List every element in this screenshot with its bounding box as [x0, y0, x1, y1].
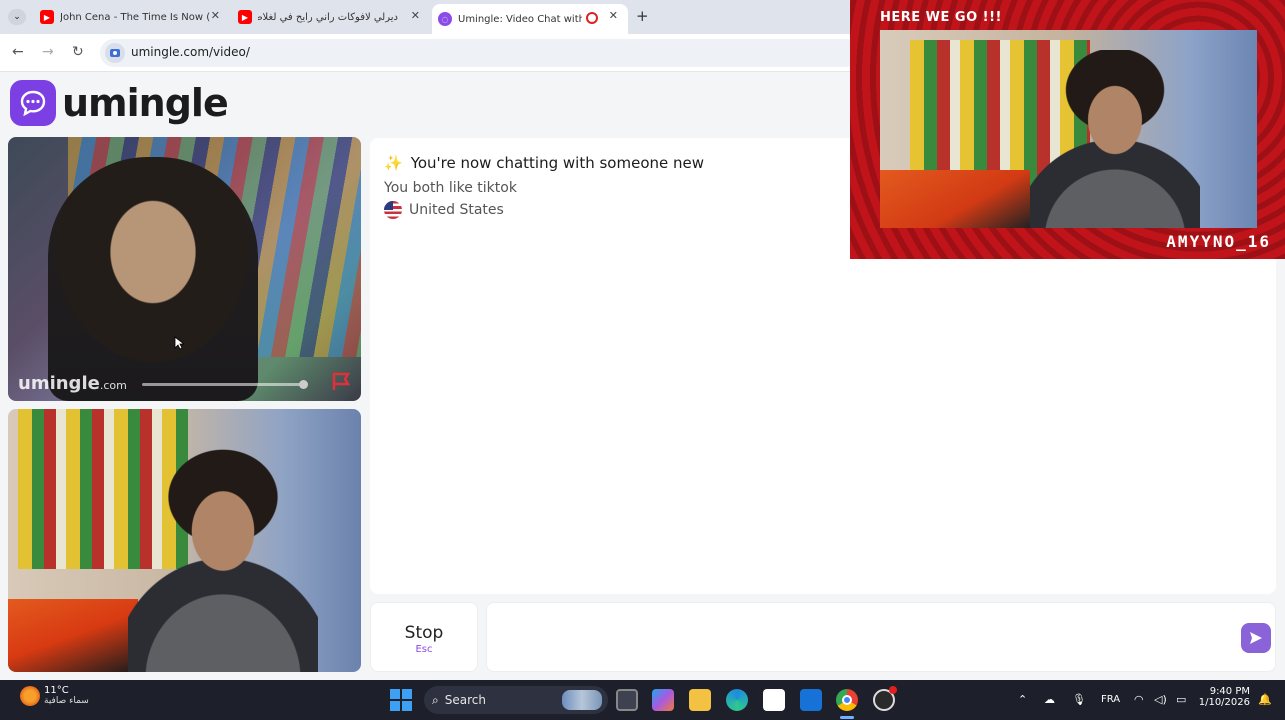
battery-icon[interactable]: ▭	[1176, 693, 1186, 706]
outlook-icon[interactable]	[800, 689, 822, 711]
windows-start-icon[interactable]	[390, 689, 412, 711]
overlay-webcam	[880, 30, 1257, 228]
weather-icon	[20, 685, 40, 706]
send-button[interactable]	[1241, 623, 1271, 653]
chat-bubble-logo-icon	[10, 80, 56, 126]
show-hidden-icons[interactable]: ⌃	[1018, 693, 1027, 706]
file-explorer-icon[interactable]	[689, 689, 711, 711]
weather-temp: 11°C	[44, 685, 69, 696]
close-tab-icon[interactable]: ✕	[211, 9, 220, 22]
umingle-icon: ◌	[438, 12, 452, 26]
forward-icon[interactable]: →	[42, 44, 54, 60]
reload-icon[interactable]: ↻	[72, 44, 84, 60]
search-label: Search	[444, 693, 486, 707]
weather-desc: سماء صافية	[44, 696, 89, 706]
tab-list-dropdown-icon[interactable]: ⌄	[8, 9, 26, 25]
copilot-icon[interactable]	[652, 689, 674, 711]
self-person	[128, 449, 318, 672]
stop-button[interactable]: Stop Esc	[370, 602, 478, 672]
send-icon	[1250, 632, 1262, 644]
overlay-blanket	[880, 170, 1030, 228]
volume-slider[interactable]	[142, 380, 308, 389]
self-blanket	[8, 599, 138, 672]
stream-overlay: HERE WE GO !!! AMYYNO_16	[850, 0, 1285, 259]
tab-youtube-arabic[interactable]: ▶ ديرلي لافوكات راني رايح في لغلاط ✕	[234, 4, 426, 30]
notification-icon[interactable]: 🔔	[1258, 693, 1272, 706]
back-icon[interactable]: ←	[12, 44, 24, 60]
country-row: United States	[384, 201, 504, 219]
obs-icon[interactable]	[873, 686, 897, 711]
sparkle-icon: ✨	[384, 154, 403, 172]
clock[interactable]: 9:40 PM 1/10/2026	[1198, 686, 1250, 708]
language-indicator[interactable]: FRA	[1101, 694, 1120, 705]
url-text[interactable]: umingle.com/video/	[131, 45, 250, 59]
stop-shortcut: Esc	[415, 644, 433, 655]
mouse-cursor-icon	[174, 335, 186, 354]
report-flag-icon[interactable]	[330, 371, 354, 395]
search-icon: ⌕	[432, 692, 439, 707]
volume-slider-thumb[interactable]	[299, 380, 308, 389]
youtube-icon: ▶	[40, 10, 54, 24]
youtube-icon: ▶	[238, 10, 252, 24]
site-info-icon[interactable]	[105, 43, 125, 63]
recording-icon	[586, 12, 598, 24]
new-tab-button[interactable]: +	[636, 7, 649, 25]
tab-title: ديرلي لافوكات راني رايح في لغلاط	[258, 11, 398, 23]
overlay-username: AMYYNO_16	[1166, 232, 1271, 251]
tab-title: John Cena - The Time Is Now (E	[60, 11, 210, 23]
wifi-icon[interactable]: ◠	[1134, 693, 1144, 706]
watermark-text: umingle	[18, 373, 100, 394]
tab-umingle[interactable]: ◌ Umingle: Video Chat with S ✕	[432, 4, 628, 34]
chrome-icon[interactable]	[836, 689, 858, 711]
chat-headline-row: ✨ You're now chatting with someone new	[384, 154, 704, 172]
chrome-active-indicator	[840, 716, 854, 719]
task-view-icon[interactable]	[616, 689, 638, 711]
stranger-person	[48, 157, 258, 401]
clock-time: 9:40 PM	[1209, 686, 1250, 697]
taskbar-search[interactable]: ⌕ Search	[424, 686, 608, 714]
stranger-video: umingle.com	[8, 137, 361, 401]
shared-interest-text: You both like tiktok	[384, 180, 517, 196]
country-name: United States	[409, 202, 504, 218]
logo-wordmark: umingle	[62, 81, 229, 125]
windows-taskbar: 11°C سماء صافية ⌕ Search ⌃ ☁ 🎙 FRA ◠ ◁) …	[0, 680, 1285, 720]
close-tab-icon[interactable]: ✕	[411, 9, 420, 22]
weather-widget[interactable]: 11°C سماء صافية	[20, 685, 89, 706]
stranger-watermark: umingle.com	[18, 373, 127, 394]
tab-title: Umingle: Video Chat with S	[458, 13, 582, 25]
chat-headline: You're now chatting with someone new	[410, 154, 705, 172]
self-video	[8, 409, 361, 672]
umingle-logo[interactable]: umingle	[10, 80, 229, 126]
volume-icon[interactable]: ◁)	[1154, 693, 1167, 706]
overlay-title: HERE WE GO !!!	[880, 10, 1002, 25]
clock-date: 1/10/2026	[1198, 697, 1250, 708]
store-icon[interactable]	[763, 689, 785, 711]
message-input[interactable]	[486, 602, 1276, 672]
watermark-suffix: .com	[99, 379, 127, 392]
search-highlight-icon	[562, 690, 602, 710]
edge-icon[interactable]	[726, 689, 748, 711]
stop-label: Stop	[404, 623, 444, 643]
onedrive-icon[interactable]: ☁	[1044, 693, 1055, 706]
microphone-icon[interactable]: 🎙	[1072, 693, 1086, 706]
overlay-person	[1030, 50, 1200, 228]
tab-youtube-john-cena[interactable]: ▶ John Cena - The Time Is Now (E ✕	[36, 4, 226, 30]
close-tab-icon[interactable]: ✕	[609, 9, 618, 22]
us-flag-icon	[384, 201, 402, 219]
address-bar[interactable]: umingle.com/video/	[100, 39, 860, 67]
